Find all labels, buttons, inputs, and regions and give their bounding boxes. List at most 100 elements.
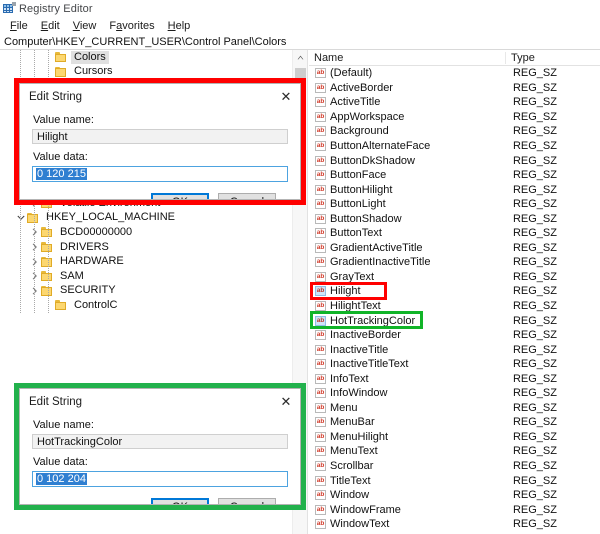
value-type: REG_SZ	[512, 154, 557, 167]
value-type: REG_SZ	[512, 314, 557, 327]
value-type: REG_SZ	[512, 416, 557, 429]
values-list-panel[interactable]: Name Type ab (Default) REG_SZ ab ActiveBorde…	[309, 50, 600, 534]
values-list[interactable]: ab (Default) REG_SZ ab ActiveBorder REG_SZ ab A…	[309, 66, 600, 532]
string-value-icon: ab	[315, 388, 326, 399]
string-value-icon: ab	[315, 359, 326, 370]
tree-item-controlc[interactable]: ControlC	[0, 298, 293, 313]
value-type: REG_SZ	[512, 270, 557, 283]
value-name: Hilight	[330, 285, 361, 298]
value-row[interactable]: ab Scrollbar REG_SZ	[309, 459, 600, 474]
tree-item-sam[interactable]: SAM	[0, 269, 293, 284]
string-value-icon: ab	[315, 286, 326, 297]
value-row[interactable]: ab InactiveTitle REG_SZ	[309, 342, 600, 357]
value-type: REG_SZ	[512, 401, 557, 414]
tree-item-security[interactable]: SECURITY	[0, 284, 293, 299]
string-value-icon: ab	[315, 213, 326, 224]
value-type: REG_SZ	[512, 67, 557, 80]
tree-item-label: SAM	[60, 269, 84, 282]
value-row[interactable]: ab HotTrackingColor REG_SZ	[309, 313, 600, 328]
value-row[interactable]: ab GrayText REG_SZ	[309, 270, 600, 285]
value-row[interactable]: ab Window REG_SZ	[309, 488, 600, 503]
value-row[interactable]: ab InactiveTitleText REG_SZ	[309, 357, 600, 372]
value-row[interactable]: ab TitleText REG_SZ	[309, 473, 600, 488]
tree-item-hkey-local-machine[interactable]: HKEY_LOCAL_MACHINE	[0, 211, 293, 226]
value-type: REG_SZ	[512, 460, 557, 473]
value-row[interactable]: ab InfoWindow REG_SZ	[309, 386, 600, 401]
tree-item-hardware[interactable]: HARDWARE	[0, 254, 293, 269]
value-row[interactable]: ab AppWorkspace REG_SZ	[309, 110, 600, 125]
string-value-icon: ab	[315, 228, 326, 239]
value-name: ButtonText	[330, 227, 382, 240]
folder-icon	[27, 212, 38, 223]
menu-item-view[interactable]: View	[67, 19, 104, 33]
string-value-icon: ab	[315, 490, 326, 501]
annotation-box-green-dialog	[14, 383, 306, 510]
value-row[interactable]: ab InfoText REG_SZ	[309, 371, 600, 386]
value-row[interactable]: ab ButtonFace REG_SZ	[309, 168, 600, 183]
string-value-icon: ab	[315, 315, 326, 326]
value-row[interactable]: ab ButtonAlternateFace REG_SZ	[309, 139, 600, 154]
scroll-up-icon[interactable]	[293, 50, 307, 65]
menu-bar: File Edit View Favorites Help	[0, 17, 600, 34]
column-header-name[interactable]: Name	[309, 52, 505, 64]
folder-icon	[41, 285, 52, 296]
value-row[interactable]: ab ButtonHilight REG_SZ	[309, 182, 600, 197]
value-name: Window	[330, 489, 370, 502]
value-row[interactable]: ab MenuHilight REG_SZ	[309, 430, 600, 445]
tree-item-cursors[interactable]: Cursors	[0, 65, 293, 80]
edit-string-dialog-hilight-wrapper: Edit String ✕ Value name: Hilight Value …	[14, 78, 306, 205]
folder-icon	[41, 227, 52, 238]
menu-item-favorites[interactable]: Favorites	[103, 19, 161, 33]
value-type: REG_SZ	[512, 518, 557, 531]
tree-item-bcd00000000[interactable]: BCD00000000	[0, 225, 293, 240]
folder-icon	[55, 52, 66, 63]
value-row[interactable]: ab MenuText REG_SZ	[309, 444, 600, 459]
value-name: ButtonHilight	[330, 183, 393, 196]
value-type: REG_SZ	[512, 329, 557, 342]
string-value-icon: ab	[315, 402, 326, 413]
address-bar[interactable]: Computer\HKEY_CURRENT_USER\Control Panel…	[0, 34, 600, 50]
string-value-icon: ab	[315, 170, 326, 181]
string-value-icon: ab	[315, 184, 326, 195]
value-row[interactable]: ab (Default) REG_SZ	[309, 66, 600, 81]
menu-item-edit[interactable]: Edit	[35, 19, 67, 33]
value-type: REG_SZ	[512, 212, 557, 225]
value-row[interactable]: ab Background REG_SZ	[309, 124, 600, 139]
value-row[interactable]: ab ActiveTitle REG_SZ	[309, 95, 600, 110]
string-value-icon: ab	[315, 330, 326, 341]
value-name: TitleText	[330, 474, 371, 487]
value-row[interactable]: ab ButtonShadow REG_SZ	[309, 211, 600, 226]
folder-icon	[55, 300, 66, 311]
value-row[interactable]: ab ButtonLight REG_SZ	[309, 197, 600, 212]
value-type: REG_SZ	[512, 372, 557, 385]
value-row[interactable]: ab Menu REG_SZ	[309, 401, 600, 416]
value-row[interactable]: ab GradientActiveTitle REG_SZ	[309, 241, 600, 256]
menu-item-help[interactable]: Help	[162, 19, 198, 33]
value-type: REG_SZ	[512, 285, 557, 298]
value-name: ButtonFace	[330, 169, 387, 182]
value-row[interactable]: ab Hilight REG_SZ	[309, 284, 600, 299]
string-value-icon: ab	[315, 97, 326, 108]
tree-item-label: HKEY_LOCAL_MACHINE	[46, 211, 175, 224]
value-row[interactable]: ab GradientInactiveTitle REG_SZ	[309, 255, 600, 270]
tree-item-label: ControlC	[74, 298, 118, 311]
menu-item-file[interactable]: File	[4, 19, 35, 33]
string-value-icon: ab	[315, 431, 326, 442]
value-row[interactable]: ab InactiveBorder REG_SZ	[309, 328, 600, 343]
value-name: MenuHilight	[330, 430, 389, 443]
string-value-icon: ab	[315, 461, 326, 472]
value-row[interactable]: ab WindowFrame REG_SZ	[309, 502, 600, 517]
folder-icon	[41, 256, 52, 267]
tree-item-label: SECURITY	[60, 284, 116, 297]
tree-item-colors[interactable]: Colors	[0, 50, 293, 65]
value-row[interactable]: ab ActiveBorder REG_SZ	[309, 81, 600, 96]
column-header-type[interactable]: Type	[505, 51, 600, 64]
value-row[interactable]: ab WindowText REG_SZ	[309, 517, 600, 532]
value-row[interactable]: ab MenuBar REG_SZ	[309, 415, 600, 430]
string-value-icon: ab	[315, 344, 326, 355]
value-row[interactable]: ab ButtonDkShadow REG_SZ	[309, 153, 600, 168]
string-value-icon: ab	[315, 155, 326, 166]
value-row[interactable]: ab HilightText REG_SZ	[309, 299, 600, 314]
tree-item-drivers[interactable]: DRIVERS	[0, 240, 293, 255]
value-row[interactable]: ab ButtonText REG_SZ	[309, 226, 600, 241]
